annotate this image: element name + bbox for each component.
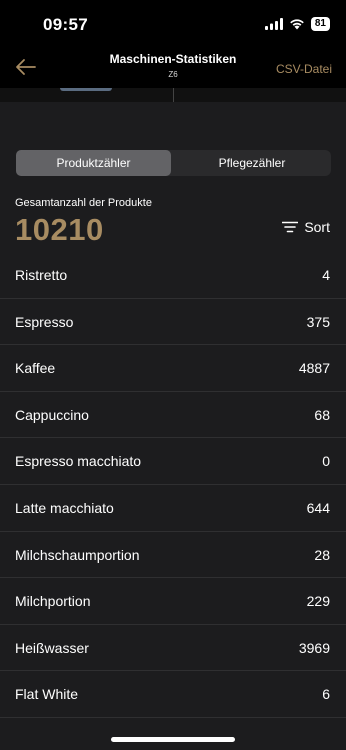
product-name: Cappuccino <box>15 406 89 423</box>
status-bar: 09:57 81 <box>0 0 346 46</box>
list-item: Cappuccino 68 <box>0 392 346 439</box>
product-name: Milchschaumportion <box>15 546 140 563</box>
list-item: Kaffee 4887 <box>0 345 346 392</box>
header-pill <box>60 88 112 91</box>
battery-indicator: 81 <box>310 17 330 31</box>
product-name: Heißwasser <box>15 639 89 656</box>
header-divider <box>173 88 174 102</box>
product-count: 229 <box>306 593 330 610</box>
product-count: 644 <box>306 499 330 516</box>
list-item: Milchportion 229 <box>0 578 346 625</box>
status-icons: 81 <box>264 17 330 31</box>
home-indicator[interactable] <box>111 737 235 742</box>
product-list: Ristretto 4 Espresso 375 Kaffee 4887 Cap… <box>0 252 346 718</box>
product-count: 68 <box>314 406 330 423</box>
list-item: Ristretto 4 <box>0 252 346 299</box>
product-count: 6 <box>322 686 330 703</box>
navigation-bar: Maschinen-Statistiken Z6 CSV-Datei <box>0 46 346 88</box>
product-name: Ristretto <box>15 267 68 283</box>
sort-label: Sort <box>304 219 330 235</box>
tab-pflegezaehler[interactable]: Pflegezähler <box>173 150 331 176</box>
scrolled-header-remnant <box>0 88 346 102</box>
total-value: 10210 <box>15 212 104 247</box>
product-name: Flat White <box>15 686 79 703</box>
product-name: Latte macchiato <box>15 499 114 516</box>
list-item: Flat White 6 <box>0 671 346 718</box>
sort-icon <box>282 221 299 233</box>
status-time: 09:57 <box>43 15 88 34</box>
signal-icon <box>264 18 283 30</box>
tab-produktzaehler[interactable]: Produktzähler <box>16 150 171 176</box>
list-item: Heißwasser 3969 <box>0 625 346 672</box>
counter-tabs: Produktzähler Pflegezähler <box>16 150 331 176</box>
product-count: 375 <box>306 313 330 330</box>
product-count: 4887 <box>298 360 330 377</box>
product-name: Espresso <box>15 313 74 330</box>
product-count: 28 <box>314 546 330 563</box>
product-name: Milchportion <box>15 593 91 610</box>
product-count: 0 <box>322 453 330 470</box>
sort-button[interactable]: Sort <box>282 218 330 236</box>
list-item: Milchschaumportion 28 <box>0 532 346 579</box>
list-item: Espresso macchiato 0 <box>0 438 346 485</box>
product-name: Espresso macchiato <box>15 453 142 470</box>
total-label: Gesamtanzahl der Produkte <box>15 197 152 209</box>
product-name: Kaffee <box>15 360 56 377</box>
list-item: Espresso 375 <box>0 299 346 346</box>
product-count: 4 <box>322 267 330 283</box>
list-item: Latte macchiato 644 <box>0 485 346 532</box>
csv-export-button[interactable]: CSV-Datei <box>276 62 332 76</box>
product-count: 3969 <box>298 639 330 656</box>
wifi-icon <box>290 19 304 30</box>
